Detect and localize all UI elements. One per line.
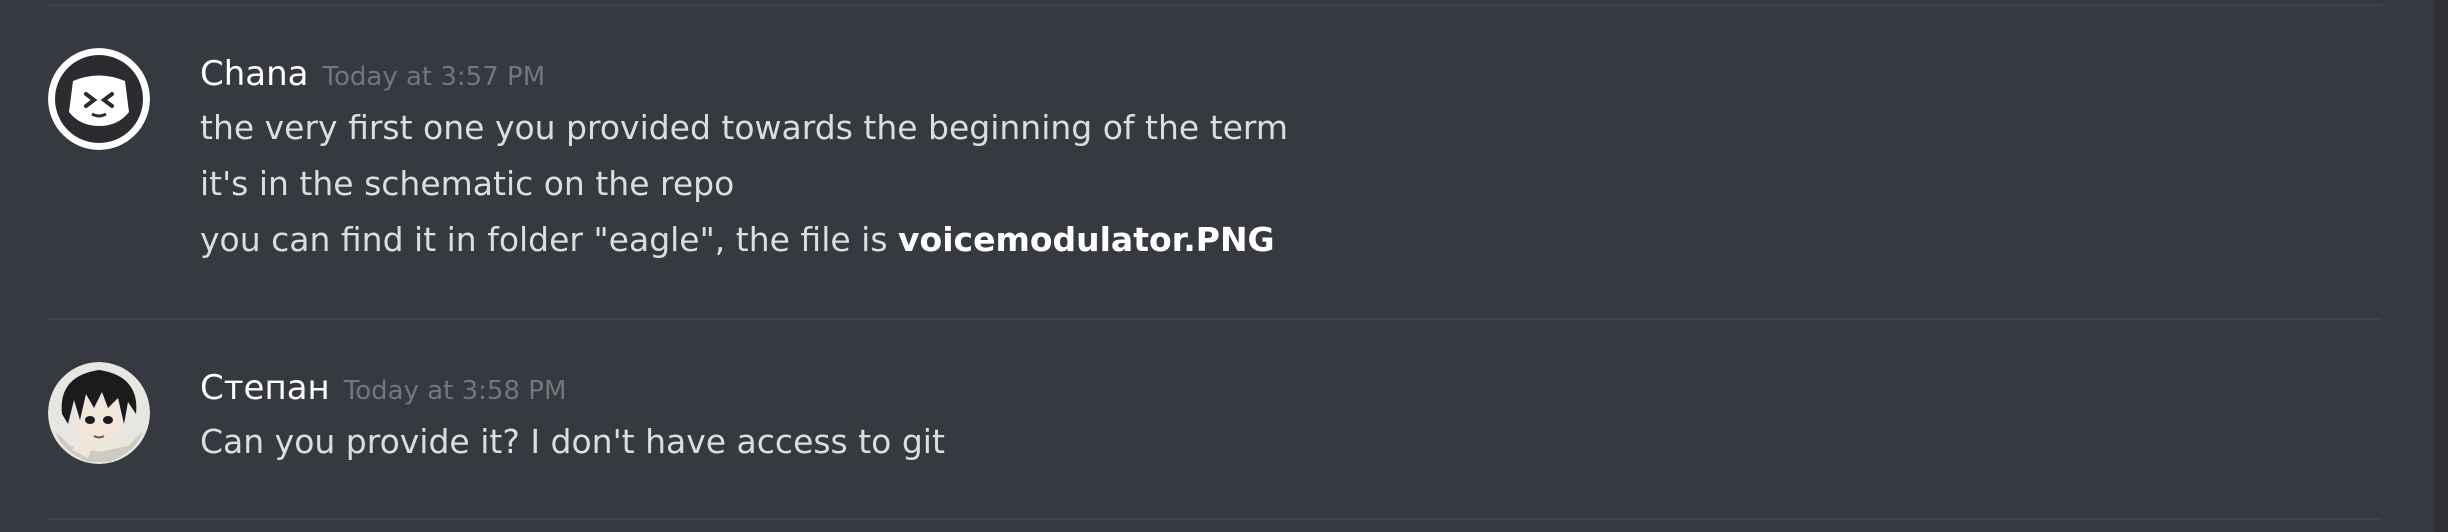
message-text: you can find it in folder "eagle", the f…	[200, 212, 1288, 268]
avatar[interactable]	[48, 362, 150, 464]
message-content: Степан Today at 3:58 PM Can you provide …	[200, 362, 945, 470]
chat-message-list: Chana Today at 3:57 PM the very first on…	[0, 0, 2448, 532]
message-divider	[48, 4, 2382, 6]
avatar[interactable]	[48, 48, 150, 150]
message-content: Chana Today at 3:57 PM the very first on…	[200, 48, 1288, 268]
message-text: the very first one you provided towards …	[200, 108, 1289, 147]
message-group: Chana Today at 3:57 PM the very first on…	[0, 48, 2380, 278]
message-group: Степан Today at 3:58 PM Can you provide …	[0, 362, 2380, 482]
anime-character-avatar-icon	[48, 362, 150, 464]
message-text-plain: you can find it in folder "eagle", the f…	[200, 220, 899, 259]
username[interactable]: Chana	[200, 48, 309, 100]
message-header: Chana Today at 3:57 PM	[200, 48, 1288, 100]
message-text: it's in the schematic on the repo	[200, 164, 735, 203]
message-divider	[48, 518, 2382, 520]
timestamp[interactable]: Today at 3:57 PM	[323, 51, 546, 103]
message-divider	[48, 318, 2382, 320]
message-text: Can you provide it? I don't have access …	[200, 422, 945, 461]
discord-default-avatar-icon	[48, 48, 150, 150]
message-header: Степан Today at 3:58 PM	[200, 362, 945, 414]
scrollbar-track[interactable]	[2434, 0, 2448, 532]
message-text-bold-filename: voicemodulator.PNG	[898, 220, 1275, 259]
timestamp[interactable]: Today at 3:58 PM	[344, 365, 567, 417]
username[interactable]: Степан	[200, 362, 330, 414]
